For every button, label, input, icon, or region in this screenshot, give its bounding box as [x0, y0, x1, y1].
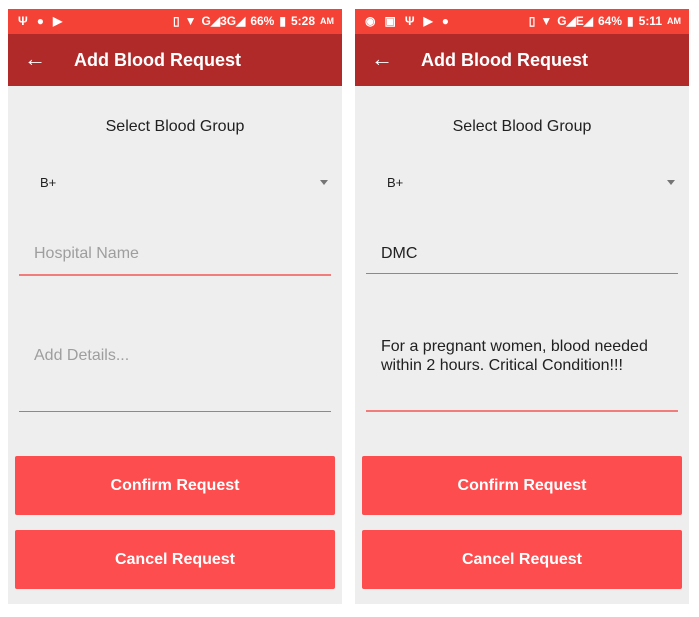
- blood-group-label: Select Blood Group: [105, 118, 245, 135]
- hospital-name-input[interactable]: Hospital Name: [19, 236, 331, 276]
- details-value: For a pregnant women, blood needed withi…: [381, 338, 648, 374]
- usb-icon: Ψ: [404, 14, 415, 28]
- android-debug-icon: ●: [36, 14, 44, 28]
- hospital-name-value: DMC: [381, 245, 418, 262]
- details-input[interactable]: For a pregnant women, blood needed withi…: [366, 334, 678, 412]
- vibrate-icon: ▯: [173, 14, 180, 28]
- status-bar: Ψ ● ▶ ▯ ▼ G◢3G◢ 66% ▮ 5:28 AM: [8, 9, 342, 34]
- dropdown-arrow-icon: [320, 180, 328, 185]
- android-debug-icon: ●: [441, 14, 450, 28]
- screen-left: Ψ ● ▶ ▯ ▼ G◢3G◢ 66% ▮ 5:28 AM ← Add Bloo…: [8, 9, 342, 604]
- app-bar: ← Add Blood Request: [8, 34, 342, 86]
- cancel-request-button[interactable]: Cancel Request: [362, 530, 682, 589]
- blood-group-value: B+: [387, 175, 404, 190]
- blood-group-spinner[interactable]: B+: [367, 172, 677, 196]
- clock: 5:11: [638, 14, 662, 28]
- page-title: Add Blood Request: [421, 50, 588, 70]
- battery-icon: ▮: [279, 14, 286, 28]
- hospital-name-placeholder: Hospital Name: [34, 245, 139, 262]
- confirm-request-button[interactable]: Confirm Request: [362, 456, 682, 515]
- clock: 5:28: [290, 14, 315, 28]
- details-input[interactable]: Add Details...: [19, 334, 331, 412]
- details-underline: [19, 410, 331, 412]
- back-arrow-icon[interactable]: ←: [369, 47, 395, 73]
- play-store-icon: ▶: [52, 14, 63, 28]
- battery-percent: 64%: [598, 14, 623, 28]
- dropdown-arrow-icon: [667, 180, 675, 185]
- play-store-icon: ▶: [423, 14, 433, 28]
- clock-ampm: AM: [320, 16, 334, 26]
- confirm-request-button[interactable]: Confirm Request: [15, 456, 335, 515]
- hospital-name-underline: [19, 274, 331, 276]
- wifi-icon: ▼: [184, 14, 197, 28]
- battery-icon: ▮: [627, 14, 634, 28]
- page-title: Add Blood Request: [74, 50, 241, 70]
- details-placeholder: Add Details...: [34, 347, 130, 364]
- messenger-icon: ◉: [365, 14, 376, 28]
- battery-percent: 66%: [250, 14, 275, 28]
- details-underline: [366, 410, 678, 412]
- screen-right: ◉ ▣ Ψ ▶ ● ▯ ▼ G◢E◢ 64% ▮ 5:11 AM ← Add B…: [355, 9, 689, 604]
- hospital-name-underline: [366, 272, 678, 274]
- network-indicator: G◢E◢: [557, 14, 593, 28]
- blood-group-value: B+: [40, 175, 57, 190]
- vibrate-icon: ▯: [528, 14, 536, 28]
- back-arrow-icon[interactable]: ←: [22, 47, 48, 73]
- blood-group-label: Select Blood Group: [452, 118, 592, 135]
- cancel-request-button[interactable]: Cancel Request: [15, 530, 335, 589]
- network-indicator: G◢3G◢: [201, 14, 246, 28]
- status-bar: ◉ ▣ Ψ ▶ ● ▯ ▼ G◢E◢ 64% ▮ 5:11 AM: [355, 9, 689, 34]
- clock-ampm: AM: [667, 16, 681, 26]
- hospital-name-input[interactable]: DMC: [366, 236, 678, 274]
- app-bar: ← Add Blood Request: [355, 34, 689, 86]
- image-icon: ▣: [384, 14, 396, 28]
- blood-group-spinner[interactable]: B+: [20, 172, 330, 196]
- usb-icon: Ψ: [18, 14, 28, 28]
- wifi-icon: ▼: [540, 14, 553, 28]
